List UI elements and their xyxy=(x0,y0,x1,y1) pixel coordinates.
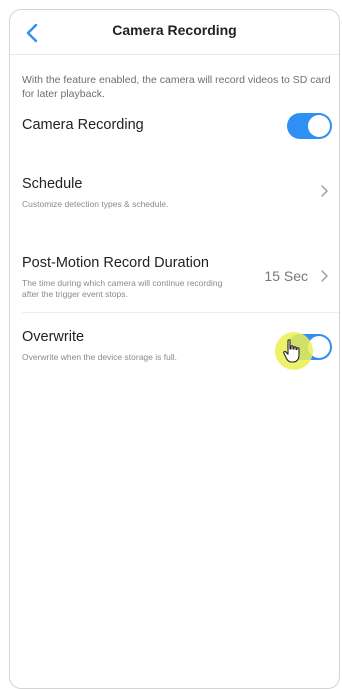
phone-screen: Camera Recording With the feature enable… xyxy=(9,9,340,689)
post-motion-duration-value: 15 Sec xyxy=(264,268,308,284)
page-title: Camera Recording xyxy=(112,22,237,38)
toggle-knob xyxy=(308,115,330,137)
camera-recording-label: Camera Recording xyxy=(22,117,144,133)
post-motion-duration-subtitle: The time during which camera will contin… xyxy=(22,278,223,299)
overwrite-subtitle: Overwrite when the device storage is ful… xyxy=(22,352,177,362)
schedule-subtitle: Customize detection types & schedule. xyxy=(22,199,169,209)
hand-pointer-icon xyxy=(283,339,300,363)
post-motion-duration-label: Post-Motion Record Duration xyxy=(22,255,209,271)
feature-description: With the feature enabled, the camera wil… xyxy=(22,74,331,100)
navigation-bar: Camera Recording xyxy=(10,10,339,55)
camera-recording-toggle[interactable] xyxy=(287,113,332,139)
chevron-right-icon xyxy=(321,185,328,197)
schedule-label: Schedule xyxy=(22,176,83,192)
chevron-right-icon xyxy=(321,270,328,282)
overwrite-label: Overwrite xyxy=(22,329,85,345)
divider xyxy=(22,312,339,313)
